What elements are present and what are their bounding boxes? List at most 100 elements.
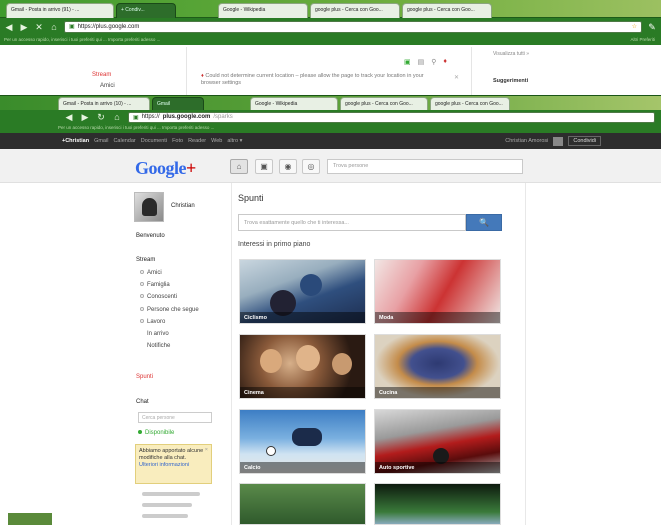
circle-icon — [140, 282, 144, 287]
circle-item-lavoro[interactable]: Lavoro — [140, 319, 165, 325]
bg-tab-gmail[interactable]: Gmail - Posta in arrivo (91) - ... — [6, 3, 114, 18]
face-shape — [296, 345, 320, 371]
circles-nav-icon[interactable]: ◎ — [302, 159, 320, 174]
chat-tip-box: × Abbiamo apportato alcune modifiche all… — [135, 444, 212, 484]
sparks-search-button[interactable]: 🔍 — [466, 214, 502, 231]
interest-tile-auto-sportive[interactable]: Auto sportive — [374, 409, 501, 474]
location-icon[interactable]: ♦ — [443, 58, 447, 66]
fg-url-scheme: https:// — [141, 114, 160, 120]
video-icon[interactable]: ▤ — [418, 58, 425, 66]
fg-url-host: plus.google.com — [162, 114, 211, 120]
gbar-user-name[interactable]: Christian Amorosi — [505, 138, 548, 144]
tile-label: Moda — [375, 312, 500, 323]
wrench-icon[interactable]: ✎ — [647, 22, 657, 32]
photos-nav-icon[interactable]: ▣ — [255, 159, 273, 174]
bg-tab-condividi[interactable]: + Condiv... — [116, 3, 176, 18]
gbar-notification-badge[interactable] — [553, 136, 564, 146]
interest-tile-row4-right[interactable] — [374, 483, 501, 525]
people-search-input[interactable]: Trova persone — [327, 159, 523, 174]
bg-view-all-link[interactable]: Visualizza tutti » — [493, 51, 529, 57]
location-notice: ♦ Could not determine current location –… — [201, 73, 441, 87]
notice-close-icon[interactable]: ✕ — [454, 74, 459, 81]
bg-tab-search-2[interactable]: google plus - Cerca con Goo... — [402, 3, 492, 18]
fg-tab-search-2[interactable]: google plus - Cerca con Goo... — [430, 97, 510, 111]
circle-label: Famiglia — [147, 282, 170, 288]
gbar-profile-link[interactable]: +Christian — [62, 138, 89, 144]
tile-label: Cucina — [375, 387, 500, 398]
forward-icon[interactable]: ▶ — [19, 22, 29, 32]
bg-amici-label[interactable]: Amici — [100, 83, 115, 89]
chat-status-text: Disponibile — [145, 430, 175, 436]
sparks-search-input[interactable]: Trova esattamente quello che ti interess… — [238, 214, 466, 231]
bg-tab-wikipedia[interactable]: Google - Wikipedia — [218, 3, 308, 18]
star-icon[interactable]: ☆ — [632, 23, 637, 30]
gbar-share-button[interactable]: Condividi — [568, 136, 601, 146]
fg-tab-search-1[interactable]: google plus - Cerca con Goo... — [340, 97, 428, 111]
chat-contact-1[interactable] — [142, 492, 200, 496]
fg-tab-gmail[interactable]: Gmail - Posta in arrivo (10) - ... — [58, 97, 150, 111]
notifications-link[interactable]: Notifiche — [147, 343, 170, 349]
link-icon[interactable]: ⚲ — [431, 58, 436, 66]
welcome-link[interactable]: Benvenuto — [136, 233, 165, 239]
bg-stream-column: ▣ ▤ ⚲ ♦ ♦ Could not determine current lo… — [186, 47, 472, 95]
bg-tab-search-1[interactable]: google plus - Cerca con Goo... — [310, 3, 400, 18]
fg-tab-wikipedia[interactable]: Google - Wikipedia — [250, 97, 338, 111]
chat-status[interactable]: Disponibile — [138, 430, 174, 436]
chat-contact-2[interactable] — [142, 503, 192, 507]
interest-tile-moda[interactable]: Moda — [374, 259, 501, 324]
bg-address-bar[interactable]: ▣ https://plus.google.com ☆ — [64, 20, 642, 33]
cyclist-shape — [300, 274, 322, 296]
circle-item-amici[interactable]: Amici — [140, 270, 162, 276]
interest-tile-ciclismo[interactable]: Ciclismo — [239, 259, 366, 324]
player-shape — [292, 428, 322, 446]
fg-address-bar[interactable]: ▣ https://plus.google.com/sparks — [128, 111, 655, 123]
gbar-more[interactable]: altro ▾ — [227, 138, 242, 144]
home-icon[interactable]: ⌂ — [49, 22, 59, 32]
chat-contact-3[interactable] — [142, 514, 188, 518]
fg-bookmarks-text: Per un accesso rapido, inserisci i tuoi … — [58, 125, 215, 130]
gbar-photos[interactable]: Foto — [172, 138, 183, 144]
gbar-reader[interactable]: Reader — [188, 138, 206, 144]
bg-url: https://plus.google.com — [77, 23, 140, 30]
back-icon[interactable]: ◀ — [4, 22, 14, 32]
gbar-web[interactable]: Web — [211, 138, 222, 144]
tip-close-icon[interactable]: × — [205, 447, 208, 454]
lock-icon: ▣ — [69, 24, 75, 30]
interest-tile-calcio[interactable]: Calcio — [239, 409, 366, 474]
stream-link[interactable]: Stream — [136, 257, 155, 263]
home-nav-icon[interactable]: ⌂ — [230, 159, 248, 174]
close-icon[interactable]: ✕ — [34, 22, 44, 32]
gbar-documents[interactable]: Documenti — [141, 138, 167, 144]
profile-name[interactable]: Christian — [171, 203, 195, 209]
fg-bookmarks-bar: Per un accesso rapido, inserisci i tuoi … — [0, 124, 661, 133]
fg-tab-gmail-2[interactable]: Gmail — [152, 97, 204, 111]
gbar-gmail[interactable]: Gmail — [94, 138, 108, 144]
circle-item-conoscenti[interactable]: Conoscenti — [140, 294, 177, 300]
interest-tile-cucina[interactable]: Cucina — [374, 334, 501, 399]
tip-link[interactable]: Ulteriori informazioni — [139, 462, 208, 469]
tile-label: Ciclismo — [240, 312, 365, 323]
circle-label: Conoscenti — [147, 294, 178, 300]
photo-icon[interactable]: ▣ — [404, 58, 411, 66]
gplus-logo[interactable]: Google+ — [135, 158, 196, 179]
profile-nav-icon[interactable]: ◉ — [279, 159, 297, 174]
avatar[interactable] — [134, 192, 164, 222]
fg-back-icon[interactable]: ◀ — [64, 112, 74, 122]
fg-home-icon[interactable]: ⌂ — [112, 112, 122, 122]
interest-tile-row4-left[interactable] — [239, 483, 366, 525]
interest-tile-cinema[interactable]: Cinema — [239, 334, 366, 399]
background-tab-strip: Gmail - Posta in arrivo (91) - ... + Con… — [0, 0, 661, 18]
tile-label: Cinema — [240, 387, 365, 398]
taskbar-corner — [8, 513, 52, 525]
bg-stream-label[interactable]: Stream — [92, 72, 111, 78]
fg-forward-icon[interactable]: ▶ — [80, 112, 90, 122]
chat-search-input[interactable]: Cerca persone — [138, 412, 212, 423]
incoming-link[interactable]: In arrivo — [147, 331, 169, 337]
circle-item-famiglia[interactable]: Famiglia — [140, 282, 170, 288]
bg-other-bookmarks[interactable]: Altri Preferiti — [630, 37, 655, 42]
background-content: Stream Amici ▣ ▤ ⚲ ♦ ♦ Could not determi… — [0, 45, 661, 95]
gbar-calendar[interactable]: Calendar — [113, 138, 135, 144]
fg-reload-icon[interactable]: ↻ — [96, 112, 106, 122]
sparks-link[interactable]: Spunti — [136, 374, 153, 380]
circle-item-seguiti[interactable]: Persone che segue — [140, 307, 199, 313]
